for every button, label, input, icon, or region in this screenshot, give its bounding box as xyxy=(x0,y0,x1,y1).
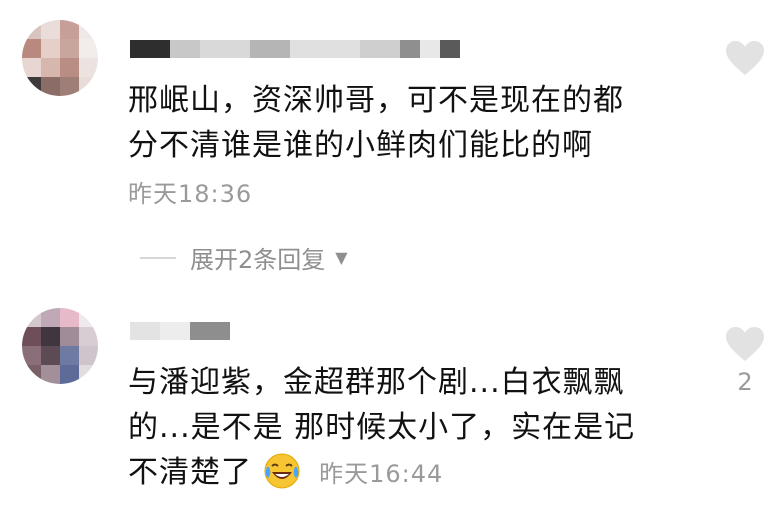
comment-time: 昨天16:44 xyxy=(319,460,444,488)
username-redacted[interactable] xyxy=(130,40,460,58)
comment-text: 与潘迎紫，金超群那个剧...白衣飘飘 的...是不是 那时候太小了，实在是记 不… xyxy=(128,360,688,497)
heart-icon xyxy=(726,41,764,75)
avatar[interactable] xyxy=(22,308,98,384)
comment-text-line: 不清楚了 昨天16:44 xyxy=(128,450,688,497)
like-button[interactable] xyxy=(724,40,766,82)
comment-text-segment: 不清楚了 xyxy=(128,455,252,490)
expand-replies-label: 展开2条回复 xyxy=(190,246,326,274)
username-redacted[interactable] xyxy=(130,322,230,340)
comment-text: 邢岷山，资深帅哥，可不是现在的都 分不清谁是谁的小鲜肉们能比的啊 昨天18:36 xyxy=(128,78,688,217)
comment-text-line: 分不清谁是谁的小鲜肉们能比的啊 xyxy=(128,128,593,163)
comment-time: 昨天18:36 xyxy=(128,180,253,208)
comment-text-line: 邢岷山，资深帅哥，可不是现在的都 xyxy=(128,83,624,118)
triangle-down-icon: ▼ xyxy=(335,248,348,267)
laughing-crying-emoji-icon xyxy=(264,453,300,489)
comment-text-line: 的...是不是 那时候太小了，实在是记 xyxy=(128,410,636,445)
divider-line xyxy=(140,256,176,259)
comment-text-line: 与潘迎紫，金超群那个剧...白衣飘飘 xyxy=(128,365,625,400)
avatar[interactable] xyxy=(22,20,98,96)
expand-replies-button[interactable]: 展开2条回复 ▼ xyxy=(140,240,348,275)
like-button[interactable]: 2 xyxy=(724,326,766,396)
like-count: 2 xyxy=(737,368,753,396)
heart-icon xyxy=(726,327,764,361)
